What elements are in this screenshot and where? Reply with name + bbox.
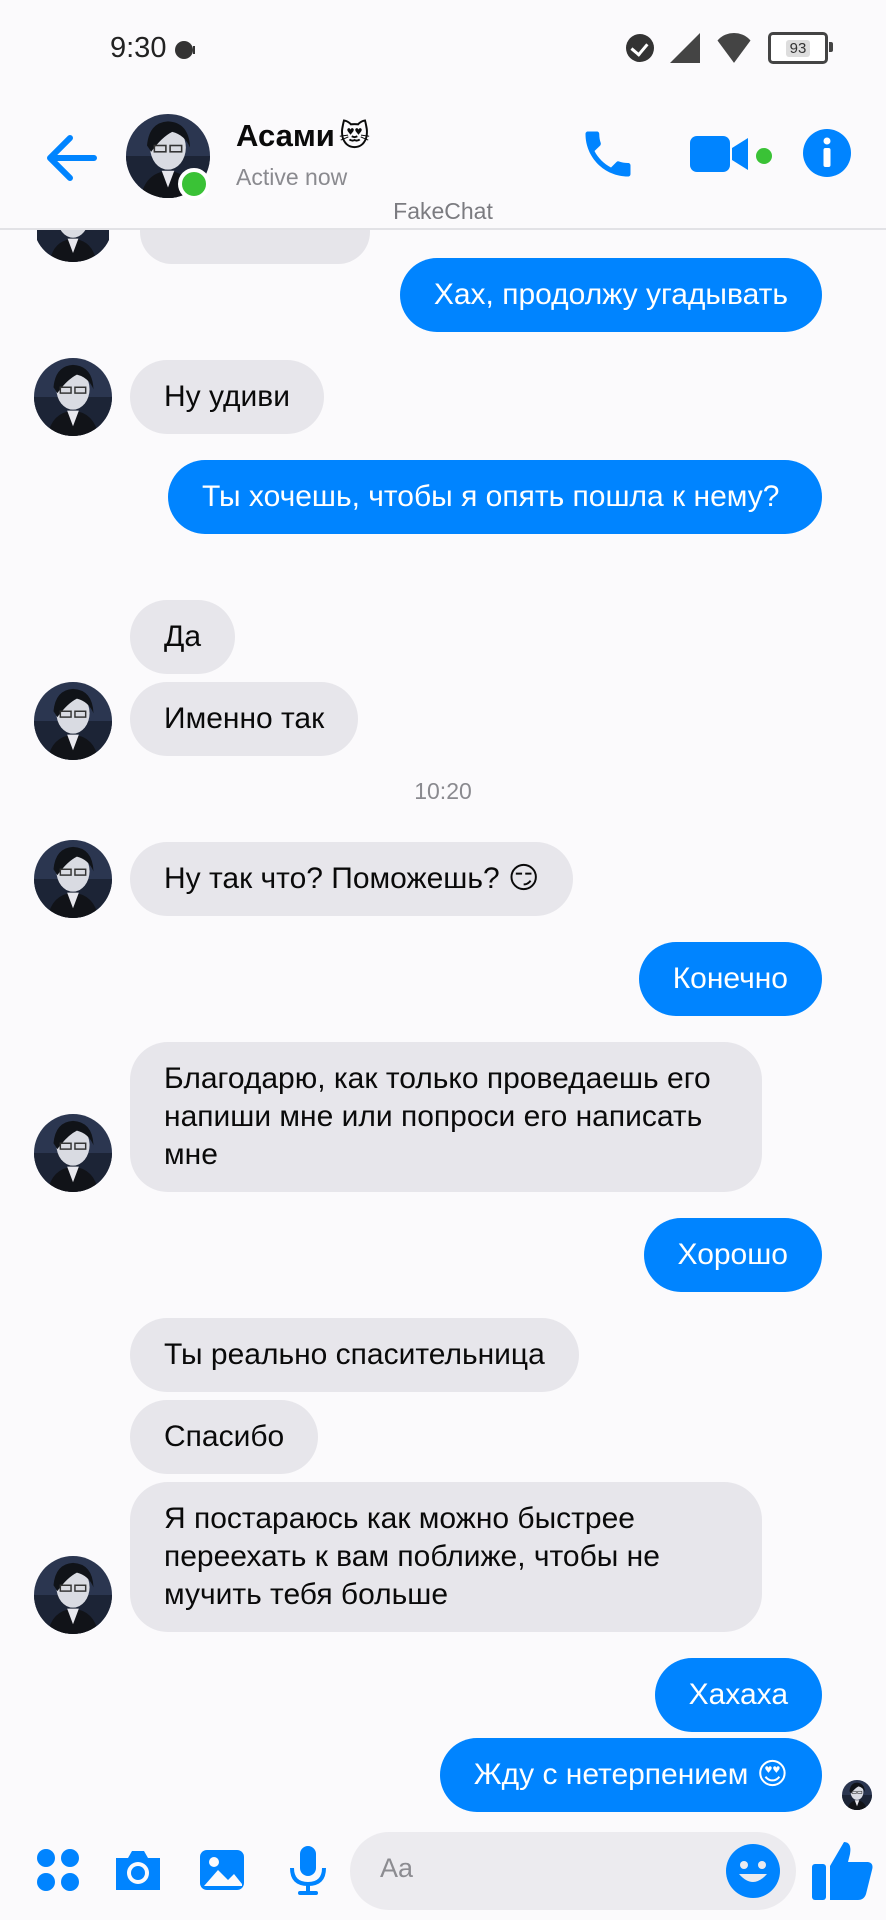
message-sent[interactable]: Хахаха xyxy=(654,1658,822,1732)
heart-eyes-emoji: 😍 xyxy=(756,1758,788,1791)
message-composer xyxy=(0,1820,886,1920)
emoji-icon[interactable] xyxy=(724,1842,782,1900)
smirk-emoji: 😏 xyxy=(507,862,540,895)
vpn-check-icon xyxy=(626,34,654,62)
contact-avatar-small xyxy=(34,230,112,262)
message-received[interactable]: Ну удиви xyxy=(130,360,324,434)
message-received[interactable]: Ты реально спасительница xyxy=(130,1318,579,1392)
contact-name-text: Асами xyxy=(236,118,335,153)
online-indicator xyxy=(178,168,210,200)
message-text: Жду с нетерпением xyxy=(473,1758,749,1791)
cat-heart-eyes-emoji: 😻 xyxy=(338,119,371,153)
battery-icon: 93 xyxy=(768,32,833,64)
info-icon[interactable] xyxy=(802,128,852,178)
message-received[interactable]: Я постараюсь как можно быстрее переехать… xyxy=(130,1482,762,1632)
message-received[interactable]: Ну так что? Поможешь? 😏 xyxy=(130,842,574,916)
contact-avatar-small[interactable] xyxy=(34,840,112,918)
thumbs-up-icon[interactable] xyxy=(808,1836,876,1904)
apps-icon[interactable] xyxy=(30,1842,86,1898)
status-time: 9:30 xyxy=(110,32,167,64)
contact-avatar-small[interactable] xyxy=(34,682,112,760)
message-received[interactable]: Благодарю, как только проведаешь его нап… xyxy=(130,1042,762,1192)
battery-level: 93 xyxy=(785,39,811,57)
message-received[interactable]: Спасибо xyxy=(130,1400,319,1474)
message-bubble-partial xyxy=(140,230,370,264)
wifi-icon xyxy=(716,33,752,63)
video-active-dot xyxy=(756,148,772,164)
gallery-icon[interactable] xyxy=(194,1842,250,1898)
message-sent[interactable]: Хах, продолжу угадывать xyxy=(399,258,822,332)
message-received[interactable]: Именно так xyxy=(130,682,359,756)
message-input-container xyxy=(350,1832,796,1910)
message-timestamp: 10:20 xyxy=(414,778,472,804)
status-bar: 9:30 93 xyxy=(0,0,886,100)
message-sent[interactable]: Ты хочешь, чтобы я опять пошла к нему? xyxy=(168,460,822,534)
notification-icon xyxy=(175,41,195,59)
contact-avatar-small[interactable] xyxy=(34,1556,112,1634)
status-icons: 93 xyxy=(626,32,833,64)
contact-avatar-small[interactable] xyxy=(34,358,112,436)
chat-header: Асами 😻 Active now FakeChat xyxy=(0,100,886,230)
message-sent[interactable]: Жду с нетерпением 😍 xyxy=(439,1738,822,1812)
back-arrow-icon[interactable] xyxy=(44,130,100,186)
signal-icon xyxy=(670,33,700,63)
video-camera-icon[interactable] xyxy=(688,132,752,176)
seen-receipt-avatar xyxy=(842,1780,872,1810)
watermark: FakeChat xyxy=(393,198,493,224)
active-status: Active now xyxy=(236,164,348,190)
message-received[interactable]: Да xyxy=(130,600,236,674)
microphone-icon[interactable] xyxy=(280,1842,336,1898)
message-sent[interactable]: Конечно xyxy=(638,942,822,1016)
message-list[interactable]: Хах, продолжу угадывать Ну удиви Ты хоче… xyxy=(0,230,886,1820)
contact-name[interactable]: Асами 😻 xyxy=(236,118,370,154)
message-sent[interactable]: Хорошо xyxy=(643,1218,822,1292)
contact-avatar-small[interactable] xyxy=(34,1114,112,1192)
message-text: Ну так что? Поможешь? xyxy=(164,862,500,895)
message-input[interactable] xyxy=(378,1852,722,1885)
phone-icon[interactable] xyxy=(578,124,638,184)
camera-icon[interactable] xyxy=(110,1842,166,1898)
